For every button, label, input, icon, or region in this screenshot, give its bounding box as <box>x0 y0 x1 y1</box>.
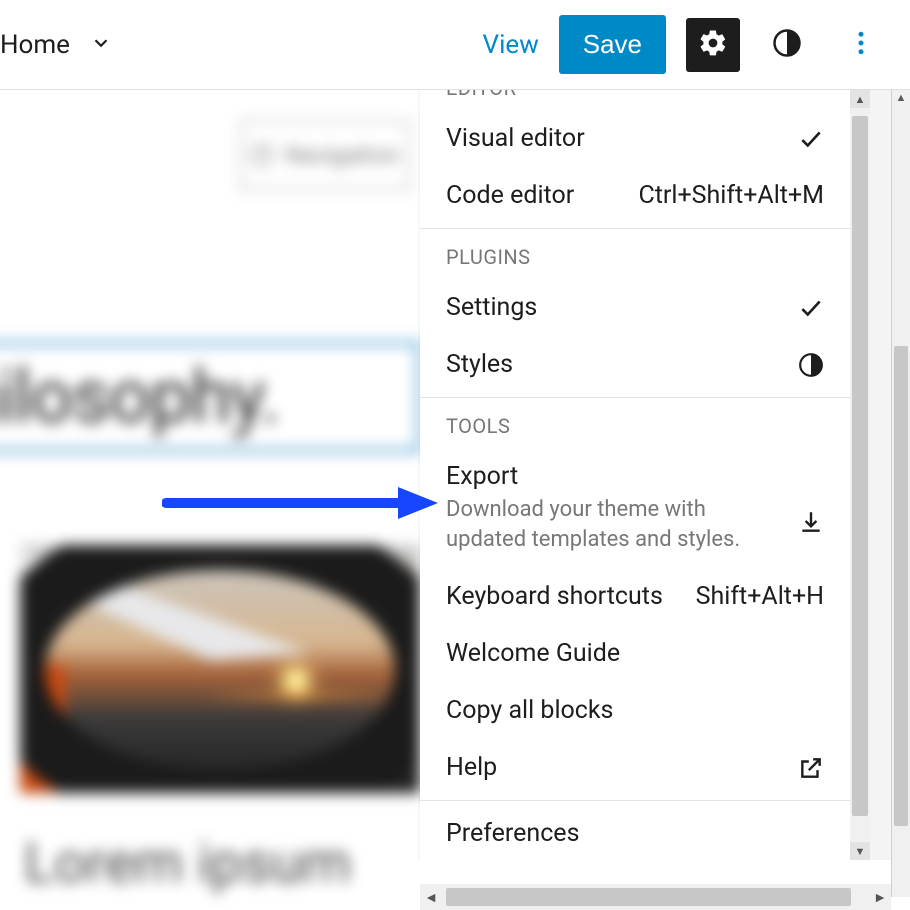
check-icon <box>798 295 824 321</box>
scrollbar-thumb[interactable] <box>446 888 851 906</box>
scroll-up-arrow-icon[interactable]: ▲ <box>850 90 870 108</box>
menu-section-plugins: Plugins <box>420 233 850 279</box>
compass-icon <box>251 144 273 166</box>
scroll-left-arrow-icon[interactable]: ◄ <box>420 889 442 906</box>
image-block[interactable] <box>20 545 420 793</box>
heading-text: hilosophy. <box>0 354 279 441</box>
page-vertical-scrollbar[interactable]: ▲ <box>891 90 910 897</box>
menu-item-copy-all-blocks[interactable]: Copy all blocks <box>420 682 850 739</box>
dots-vertical-icon <box>846 28 876 61</box>
selected-heading-block[interactable]: hilosophy. <box>0 342 420 452</box>
options-menu: Editor Visual editor Code editor Ctrl+Sh… <box>420 90 870 860</box>
menu-item-label: Welcome Guide <box>446 639 620 668</box>
menu-item-code-editor[interactable]: Code editor Ctrl+Shift+Alt+M <box>420 167 850 224</box>
download-icon <box>798 509 824 535</box>
paragraph-block[interactable]: Lorem ipsum <box>24 830 351 896</box>
keyboard-shortcut: Shift+Alt+H <box>696 582 824 611</box>
more-options-button[interactable] <box>834 18 888 72</box>
menu-scrollbar[interactable]: ▲ ▼ <box>850 90 870 860</box>
save-button[interactable]: Save <box>559 15 666 74</box>
frame-horizontal-scrollbar[interactable]: ◄ ► <box>420 884 891 910</box>
menu-item-label: Settings <box>446 293 537 322</box>
menu-item-label: Preferences <box>446 819 579 848</box>
scrollbar-thumb[interactable] <box>852 116 868 816</box>
menu-item-welcome-guide[interactable]: Welcome Guide <box>420 625 850 682</box>
top-toolbar: Home View Save <box>0 0 910 90</box>
menu-item-label: Help <box>446 753 497 782</box>
scrollbar-thumb[interactable] <box>894 346 908 826</box>
menu-item-label: Copy all blocks <box>446 696 613 725</box>
menu-item-preferences[interactable]: Preferences <box>420 805 850 860</box>
panel-footer-gap <box>420 860 891 884</box>
menu-section-editor: Editor <box>420 90 850 110</box>
keyboard-shortcut: Ctrl+Shift+Alt+M <box>638 181 824 210</box>
breadcrumb: Home <box>0 30 112 60</box>
menu-item-styles[interactable]: Styles <box>420 336 850 393</box>
view-link[interactable]: View <box>483 30 539 60</box>
menu-item-export[interactable]: Export Download your theme with updated … <box>420 448 850 568</box>
menu-item-help[interactable]: Help <box>420 739 850 796</box>
scroll-up-arrow-icon[interactable]: ▲ <box>892 90 910 105</box>
contrast-icon <box>798 352 824 378</box>
contrast-icon <box>772 28 802 61</box>
styles-button[interactable] <box>760 18 814 72</box>
menu-item-settings[interactable]: Settings <box>420 279 850 336</box>
scroll-right-arrow-icon[interactable]: ► <box>869 889 891 906</box>
check-icon <box>798 126 824 152</box>
chevron-down-icon[interactable] <box>90 32 112 58</box>
menu-item-label: Visual editor <box>446 124 585 153</box>
menu-item-visual-editor[interactable]: Visual editor <box>420 110 850 167</box>
navigation-block-label: Navigation <box>285 141 400 169</box>
menu-section-tools: Tools <box>420 402 850 448</box>
menu-item-keyboard-shortcuts[interactable]: Keyboard shortcuts Shift+Alt+H <box>420 568 850 625</box>
scroll-down-arrow-icon[interactable]: ▼ <box>850 842 870 860</box>
menu-item-description: Download your theme with updated templat… <box>446 495 746 554</box>
breadcrumb-home[interactable]: Home <box>0 30 70 60</box>
external-link-icon <box>798 755 824 781</box>
navigation-block[interactable]: Navigation <box>240 120 410 190</box>
menu-item-label: Code editor <box>446 181 574 210</box>
settings-button[interactable] <box>686 18 740 72</box>
menu-item-label: Styles <box>446 350 513 379</box>
menu-item-label: Export <box>446 462 746 491</box>
gear-icon <box>698 28 728 61</box>
menu-item-label: Keyboard shortcuts <box>446 582 663 611</box>
